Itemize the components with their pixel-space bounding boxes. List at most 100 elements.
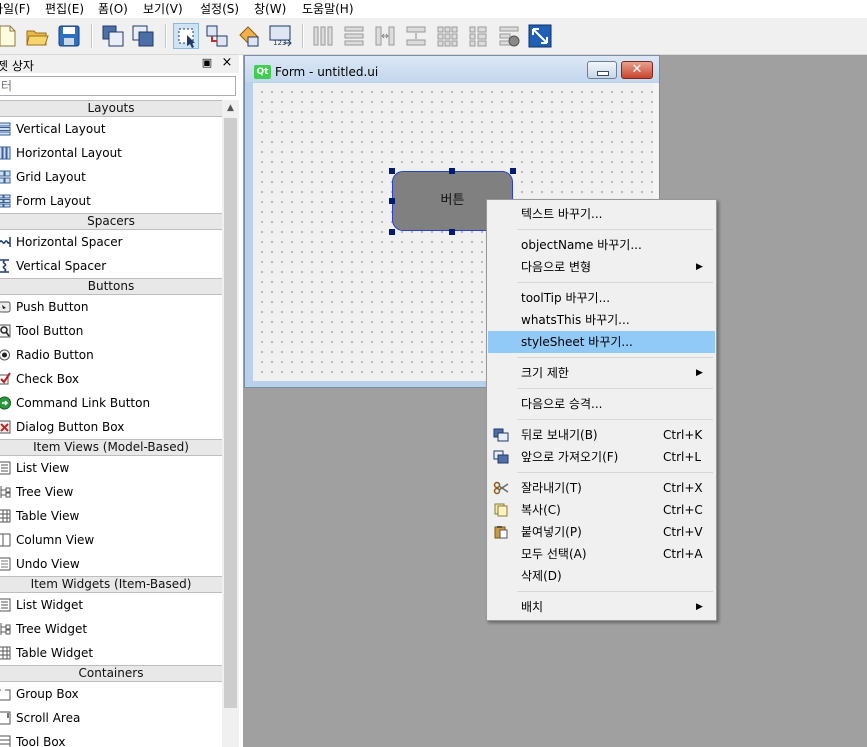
close-icon[interactable]: × [220, 55, 234, 71]
category-item-widgets[interactable]: Item Widgets (Item-Based) [0, 576, 222, 593]
scroll-up-icon[interactable]: ▲ [222, 100, 239, 117]
widget-item[interactable]: Radio Button [0, 344, 222, 366]
widget-item[interactable]: Undo View [0, 553, 222, 575]
tool-box-icon [0, 735, 11, 747]
save-icon[interactable] [56, 23, 82, 49]
layout-vertical-icon[interactable] [341, 23, 367, 49]
menu-item-promote-to[interactable]: 다음으로 승격... [488, 393, 715, 415]
menu-item-shortcut: Ctrl+V [663, 525, 703, 539]
category-containers[interactable]: Containers [0, 665, 222, 682]
selection-handle[interactable] [389, 168, 395, 174]
menu-item-size-constraints[interactable]: 크기 제한 ▶ [488, 362, 715, 384]
menu-window[interactable]: 창(W) [254, 1, 286, 17]
scissors-icon [493, 481, 509, 495]
widget-item[interactable]: Column View [0, 529, 222, 551]
widget-item[interactable]: Command Link Button [0, 392, 222, 414]
menu-edit[interactable]: 편집(E) [45, 1, 84, 17]
widget-item[interactable]: Horizontal Layout [0, 142, 222, 164]
widget-item[interactable]: Horizontal Spacer [0, 231, 222, 253]
widget-item[interactable]: Dialog Button Box [0, 416, 222, 438]
menu-item-label: 뒤로 보내기(B) [521, 428, 598, 442]
scrollbar-thumb[interactable] [224, 118, 237, 708]
widget-item[interactable]: Tool Box [0, 731, 222, 747]
widget-item[interactable]: Table Widget [0, 642, 222, 664]
new-file-icon[interactable] [0, 23, 20, 49]
menu-item-select-all[interactable]: 모두 선택(A) Ctrl+A [488, 543, 715, 565]
menu-item-change-stylesheet[interactable]: styleSheet 바꾸기... [488, 331, 715, 353]
widget-box-title: 위젯 상자 [0, 59, 34, 73]
selection-handle[interactable] [449, 229, 455, 235]
radio-button-icon [0, 349, 10, 361]
layout-grid-icon[interactable] [434, 23, 460, 49]
layout-form-icon[interactable] [465, 23, 491, 49]
menu-item-send-to-back[interactable]: 뒤로 보내기(B) Ctrl+K [488, 424, 715, 446]
menu-item-copy[interactable]: 복사(C) Ctrl+C [488, 499, 715, 521]
menu-settings[interactable]: 설정(S) [200, 1, 239, 17]
float-icon[interactable]: ▣ [200, 56, 214, 70]
bring-to-front-icon[interactable] [130, 23, 156, 49]
widget-item[interactable]: Tool Button [0, 320, 222, 342]
menu-item-morph-into[interactable]: 다음으로 변형 ▶ [488, 256, 715, 278]
widget-item-label: Column View [16, 533, 95, 547]
menu-form[interactable]: 폼(O) [98, 1, 128, 17]
widget-item[interactable]: Check Box [0, 368, 222, 390]
widget-item[interactable]: List View [0, 457, 222, 479]
layout-horizontal-splitter-icon[interactable] [372, 23, 398, 49]
send-to-back-icon [493, 428, 509, 442]
widget-item[interactable]: Push Button [0, 296, 222, 318]
widget-item[interactable]: Table View [0, 505, 222, 527]
layout-vertical-splitter-icon[interactable] [403, 23, 429, 49]
widget-item[interactable]: Form Layout [0, 190, 222, 212]
edit-signals-slots-icon[interactable] [204, 23, 230, 49]
open-folder-icon[interactable] [24, 23, 50, 49]
close-button[interactable]: ✕ [621, 61, 653, 79]
category-buttons[interactable]: Buttons [0, 278, 222, 295]
edit-buddies-icon[interactable] [236, 23, 262, 49]
category-spacers[interactable]: Spacers [0, 213, 222, 230]
widget-item[interactable]: List Widget [0, 594, 222, 616]
widget-filter-input[interactable] [0, 77, 224, 95]
category-item-views[interactable]: Item Views (Model-Based) [0, 439, 222, 456]
selection-handle[interactable] [389, 198, 395, 204]
widget-item-label: Form Layout [16, 194, 91, 208]
break-layout-icon[interactable] [496, 23, 522, 49]
menu-item-paste[interactable]: 붙여넣기(P) Ctrl+V [488, 521, 715, 543]
send-to-back-icon[interactable] [100, 23, 126, 49]
grid-layout-icon [0, 170, 11, 184]
menu-item-change-text[interactable]: 텍스트 바꾸기... [488, 203, 715, 225]
edit-tab-order-icon[interactable]: 123 [267, 23, 293, 49]
menu-item-cut[interactable]: 잘라내기(T) Ctrl+X [488, 477, 715, 499]
layout-horizontal-icon[interactable] [310, 23, 336, 49]
menu-item-bring-to-front[interactable]: 앞으로 가져오기(F) Ctrl+L [488, 446, 715, 468]
menu-item-change-tooltip[interactable]: toolTip 바꾸기... [488, 287, 715, 309]
menu-help[interactable]: 도움말(H) [302, 1, 354, 17]
widget-item[interactable]: Group Box [0, 683, 222, 705]
menu-item-delete[interactable]: 삭제(D) [488, 565, 715, 587]
widget-item[interactable]: Grid Layout [0, 166, 222, 188]
widget-item[interactable]: Vertical Layout [0, 118, 222, 140]
widget-filter-field[interactable] [0, 76, 236, 96]
widget-item[interactable]: Tree Widget [0, 618, 222, 640]
widget-item-label: Group Box [16, 687, 79, 701]
minimize-button[interactable] [587, 61, 617, 79]
adjust-size-icon[interactable] [527, 23, 553, 49]
category-layouts[interactable]: Layouts [0, 100, 222, 117]
widget-item-label: Push Button [16, 300, 89, 314]
menu-item-change-objectname[interactable]: objectName 바꾸기... [488, 234, 715, 256]
menu-item-shortcut: Ctrl+C [663, 503, 703, 517]
widget-item[interactable]: Tree View [0, 481, 222, 503]
widget-item[interactable]: Scroll Area [0, 707, 222, 729]
form-titlebar[interactable]: Qt Form - untitled.ui ✕ [245, 56, 659, 82]
selection-handle[interactable] [389, 229, 395, 235]
selection-handle[interactable] [510, 168, 516, 174]
category-label: Item Views (Model-Based) [33, 440, 189, 454]
widget-item[interactable]: Vertical Spacer [0, 255, 222, 277]
menu-view[interactable]: 보기(V) [143, 1, 183, 17]
widget-item-label: Vertical Layout [16, 122, 106, 136]
selection-handle[interactable] [449, 168, 455, 174]
widget-box-scrollbar[interactable]: ▲ [222, 100, 239, 747]
menu-item-layout[interactable]: 배치 ▶ [488, 596, 715, 618]
menu-item-change-whatsthis[interactable]: whatsThis 바꾸기... [488, 309, 715, 331]
menu-file[interactable]: 파일(F) [0, 1, 30, 17]
edit-widgets-icon[interactable] [173, 23, 199, 49]
